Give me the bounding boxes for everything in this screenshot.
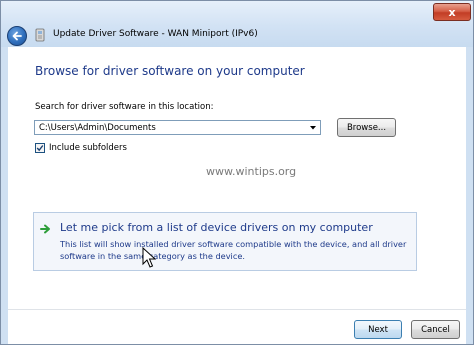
back-button[interactable] [7, 26, 27, 46]
pick-option-title[interactable]: Let me pick from a list of device driver… [60, 221, 373, 234]
page-heading: Browse for driver software on your compu… [35, 64, 305, 78]
search-location-label: Search for driver software in this locat… [35, 102, 214, 112]
content-pane: Browse for driver software on your compu… [8, 47, 466, 309]
button-bar: Next Cancel [8, 309, 466, 344]
back-arrow-icon [12, 31, 22, 41]
browse-button[interactable]: Browse... [337, 118, 396, 137]
include-subfolders-label[interactable]: Include subfolders [49, 143, 127, 153]
pick-from-list-option[interactable]: Let me pick from a list of device driver… [33, 212, 417, 271]
include-subfolders-checkbox[interactable] [35, 143, 45, 153]
next-button[interactable]: Next [354, 320, 402, 339]
close-button[interactable]: x [433, 3, 471, 21]
update-driver-window: x Update Driver Software - WAN Miniport … [0, 0, 474, 345]
checkmark-icon [36, 145, 44, 152]
title-bar: x Update Driver Software - WAN Miniport … [1, 1, 473, 47]
path-value: C:\Users\Admin\Documents [39, 123, 156, 133]
chevron-down-icon[interactable] [308, 123, 318, 132]
mouse-pointer-icon [142, 247, 157, 268]
cancel-button[interactable]: Cancel [411, 320, 460, 339]
window-title: Update Driver Software - WAN Miniport (I… [53, 29, 258, 39]
watermark-text: www.wintips.org [206, 165, 297, 178]
device-driver-icon [35, 28, 45, 42]
path-combobox[interactable]: C:\Users\Admin\Documents [34, 120, 321, 135]
green-arrow-icon [40, 224, 50, 234]
close-icon: x [448, 5, 456, 19]
pick-option-description-line-1: This list will show installed driver sof… [60, 239, 407, 249]
